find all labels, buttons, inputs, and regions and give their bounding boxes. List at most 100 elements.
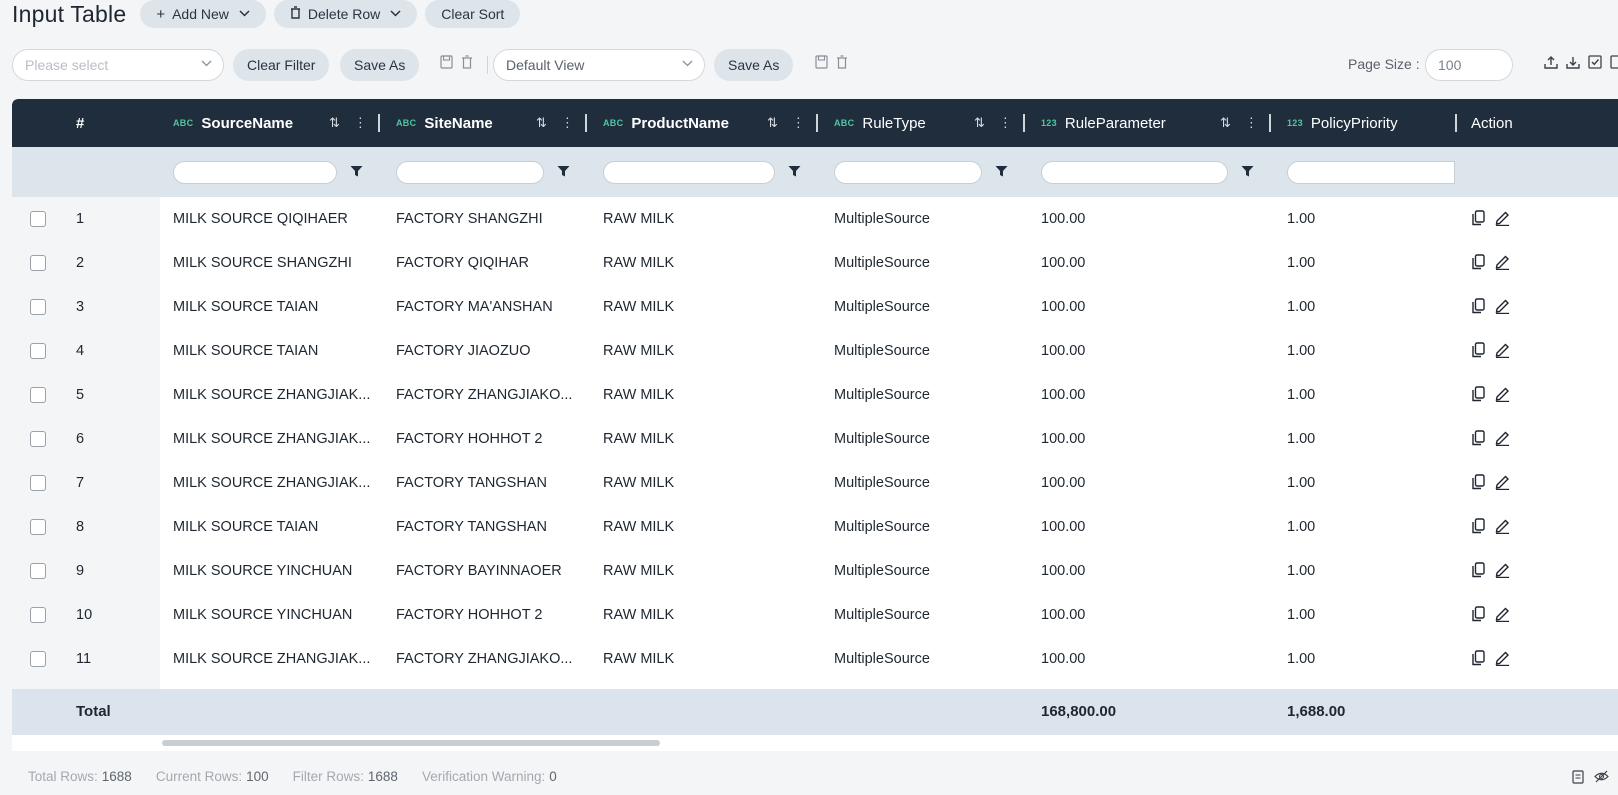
edit-icon[interactable]	[1495, 606, 1510, 623]
row-checkbox[interactable]	[30, 211, 46, 227]
copy-icon[interactable]	[1472, 386, 1487, 403]
page-size-input[interactable]	[1425, 49, 1513, 81]
row-checkbox[interactable]	[30, 343, 46, 359]
cell-ruleparameter[interactable]: 100.00	[1041, 549, 1241, 593]
table-row[interactable]: 10 MILK SOURCE YINCHUAN FACTORY HOHHOT 2 RA…	[12, 593, 1618, 637]
edit-icon[interactable]	[1495, 298, 1510, 315]
cell-ruletype[interactable]: MultipleSource	[834, 681, 1024, 689]
table-row[interactable]: 5 MILK SOURCE ZHANGJIAK... FACTORY ZHANGJI…	[12, 373, 1618, 417]
col-header-policypriority[interactable]: 123 PolicyPriority	[1287, 99, 1398, 147]
sort-icon[interactable]: ⇅	[329, 115, 340, 131]
edit-icon[interactable]	[1495, 342, 1510, 359]
cell-ruletype[interactable]: MultipleSource	[834, 505, 1024, 549]
cell-productname[interactable]: RAW MILK	[603, 329, 803, 373]
cell-ruleparameter[interactable]: 100.00	[1041, 197, 1241, 241]
edit-icon[interactable]	[1495, 518, 1510, 535]
row-checkbox[interactable]	[30, 563, 46, 579]
row-checkbox[interactable]	[30, 387, 46, 403]
row-checkbox[interactable]	[30, 607, 46, 623]
row-checkbox[interactable]	[30, 651, 46, 667]
sourcename-filter-input[interactable]	[173, 161, 337, 184]
eye-off-icon[interactable]	[1594, 770, 1609, 785]
horizontal-scrollbar[interactable]	[12, 735, 1618, 751]
table-row[interactable]: 2 MILK SOURCE SHANGZHI FACTORY QIQIHAR RAW …	[12, 241, 1618, 285]
copy-icon[interactable]	[1472, 562, 1487, 579]
cell-sitename[interactable]: FACTORY HOHHOT 2	[396, 593, 576, 637]
cell-productname[interactable]: RAW MILK	[603, 373, 803, 417]
cell-productname[interactable]: RAW MILK	[603, 593, 803, 637]
row-checkbox[interactable]	[30, 299, 46, 315]
funnel-icon[interactable]	[995, 165, 1009, 179]
cell-ruletype[interactable]: MultipleSource	[834, 461, 1024, 505]
copy-icon[interactable]	[1472, 650, 1487, 667]
cell-ruleparameter[interactable]: 100.00	[1041, 681, 1241, 689]
cell-ruletype[interactable]: MultipleSource	[834, 549, 1024, 593]
view-select[interactable]: Default View	[493, 49, 705, 81]
ruleparameter-filter-input[interactable]	[1041, 161, 1228, 184]
cell-ruletype[interactable]: MultipleSource	[834, 373, 1024, 417]
cell-sitename[interactable]: FACTORY MA'ANSHAN	[396, 285, 576, 329]
settings-icon[interactable]	[1610, 55, 1618, 71]
cell-policypriority[interactable]: 1.00	[1287, 505, 1447, 549]
sort-icon[interactable]: ⇅	[767, 115, 778, 131]
column-resize-handle[interactable]	[1023, 114, 1025, 132]
cell-ruletype[interactable]: MultipleSource	[834, 241, 1024, 285]
col-header-productname[interactable]: ABC ProductName	[603, 99, 729, 147]
sitename-filter-input[interactable]	[396, 161, 544, 184]
cell-sourcename[interactable]: MILK SOURCE ZHANGJIAK...	[173, 417, 373, 461]
copy-icon[interactable]	[1472, 430, 1487, 447]
table-row[interactable]: 3 MILK SOURCE TAIAN FACTORY MA'ANSHAN RAW M…	[12, 285, 1618, 329]
cell-ruletype[interactable]: MultipleSource	[834, 197, 1024, 241]
cell-policypriority[interactable]: 1.00	[1287, 241, 1447, 285]
horizontal-scrollbar-thumb[interactable]	[162, 740, 660, 746]
filter-select[interactable]: Please select	[12, 49, 224, 81]
table-row[interactable]: 6 MILK SOURCE ZHANGJIAK... FACTORY HOHHOT …	[12, 417, 1618, 461]
productname-filter-input[interactable]	[603, 161, 775, 184]
save-icon[interactable]	[815, 55, 829, 71]
trash-icon[interactable]	[461, 55, 475, 71]
edit-icon[interactable]	[1495, 210, 1510, 227]
funnel-icon[interactable]	[788, 165, 802, 179]
copy-icon[interactable]	[1472, 254, 1487, 271]
cell-policypriority[interactable]: 1.00	[1287, 285, 1447, 329]
delete-row-button[interactable]: Delete Row	[273, 0, 418, 28]
cell-sourcename[interactable]: MILK SOURCE ZHANGJIAK...	[173, 461, 373, 505]
more-vertical-icon[interactable]: ⋮	[354, 115, 367, 131]
row-checkbox[interactable]	[30, 519, 46, 535]
report-icon[interactable]	[1572, 770, 1587, 785]
edit-icon[interactable]	[1495, 430, 1510, 447]
cell-policypriority[interactable]: 1.00	[1287, 681, 1447, 689]
cell-sitename[interactable]: FACTORY BAYINNAOER	[396, 549, 576, 593]
more-vertical-icon[interactable]: ⋮	[1245, 115, 1258, 131]
copy-icon[interactable]	[1472, 210, 1487, 227]
copy-icon[interactable]	[1472, 606, 1487, 623]
cell-sourcename[interactable]: MILK SOURCE YINCHUAN	[173, 593, 373, 637]
download-icon[interactable]	[1566, 55, 1582, 71]
cell-productname[interactable]: RAW MILK	[603, 417, 803, 461]
cell-policypriority[interactable]: 1.00	[1287, 373, 1447, 417]
cell-ruleparameter[interactable]: 100.00	[1041, 417, 1241, 461]
cell-policypriority[interactable]: 1.00	[1287, 197, 1447, 241]
column-resize-handle[interactable]	[816, 114, 818, 132]
sort-icon[interactable]: ⇅	[536, 115, 547, 131]
cell-sourcename[interactable]: MILK SOURCE TAIAN	[173, 285, 373, 329]
cell-sourcename[interactable]: MILK SOURCE TAIAN	[173, 329, 373, 373]
cell-productname[interactable]: RAW MILK	[603, 285, 803, 329]
trash-icon[interactable]	[836, 55, 850, 71]
cell-productname[interactable]: RAW MILK	[603, 241, 803, 285]
cell-sourcename[interactable]: MILK SOURCE QIQIHAER	[173, 197, 373, 241]
upload-icon[interactable]	[1544, 55, 1560, 71]
column-resize-handle[interactable]	[378, 114, 380, 132]
edit-icon[interactable]	[1495, 650, 1510, 667]
column-resize-handle[interactable]	[1269, 114, 1271, 132]
cell-ruleparameter[interactable]: 100.00	[1041, 505, 1241, 549]
cell-policypriority[interactable]: 1.00	[1287, 417, 1447, 461]
table-row[interactable]: 7 MILK SOURCE ZHANGJIAK... FACTORY TANGSHA…	[12, 461, 1618, 505]
column-resize-handle[interactable]	[585, 114, 587, 132]
table-row[interactable]: 4 MILK SOURCE TAIAN FACTORY JIAOZUO RAW MIL…	[12, 329, 1618, 373]
cell-ruletype[interactable]: MultipleSource	[834, 285, 1024, 329]
funnel-icon[interactable]	[1241, 165, 1255, 179]
cell-productname[interactable]: RAW MILK	[603, 681, 803, 689]
funnel-icon[interactable]	[557, 165, 571, 179]
column-resize-handle[interactable]	[1455, 114, 1457, 132]
